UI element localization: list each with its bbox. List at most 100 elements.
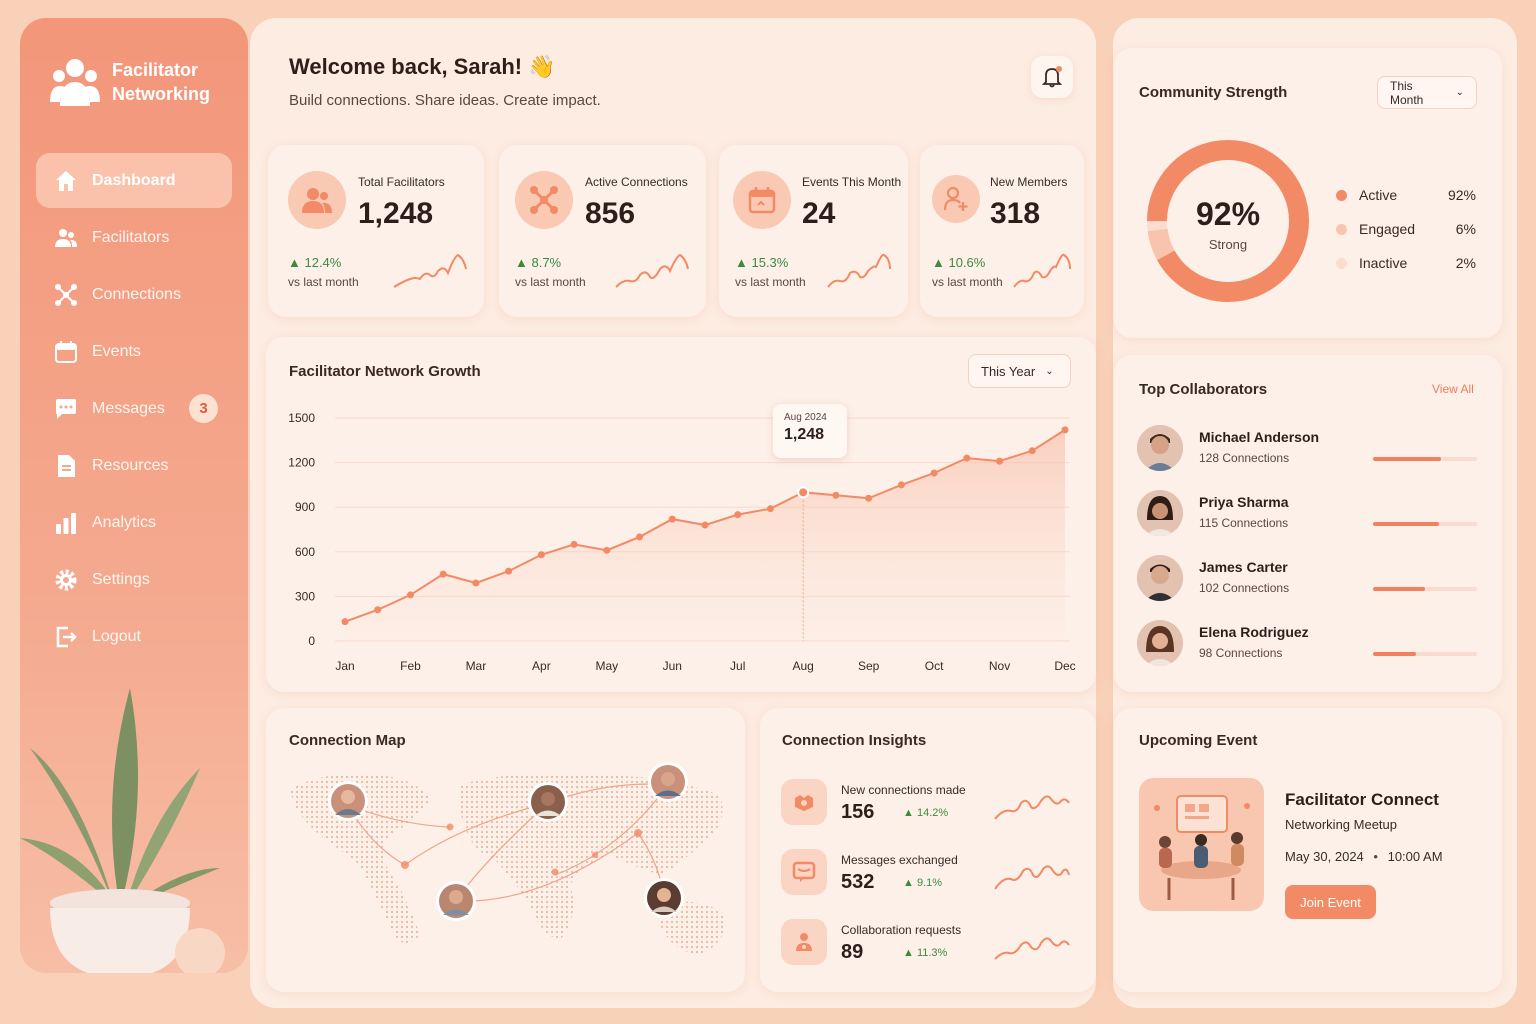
progress-fill <box>1373 522 1439 526</box>
stat-change-value: 10.6% <box>948 255 986 270</box>
legend-dot <box>1336 257 1347 269</box>
map-avatar[interactable] <box>644 878 684 918</box>
legend-item-active: Active 92% <box>1336 187 1476 203</box>
stat-card-active-connections[interactable]: Active Connections 856 ▲ 8.7% vs last mo… <box>499 145 706 317</box>
data-point[interactable] <box>766 505 774 513</box>
map-avatar[interactable] <box>436 881 476 921</box>
stat-change-value: 8.7% <box>531 255 562 270</box>
sidebar-item-label: Connections <box>92 285 181 303</box>
x-tick-label: Jun <box>663 659 682 673</box>
collaborator-progress-bar <box>1373 587 1477 591</box>
data-point[interactable] <box>930 469 938 477</box>
legend-item-inactive: Inactive 2% <box>1336 255 1476 271</box>
collaborator-progress-bar <box>1373 522 1477 526</box>
app-logo[interactable]: Facilitator Networking <box>50 56 232 108</box>
collaborator-progress-bar <box>1373 457 1477 461</box>
insight-change: ▲ 11.3% <box>903 947 948 959</box>
x-tick-label: Aug <box>793 659 814 673</box>
join-event-button[interactable]: Join Event <box>1285 885 1376 919</box>
data-point[interactable] <box>570 540 578 548</box>
map-avatar[interactable] <box>528 782 568 822</box>
insight-label: Collaboration requests <box>841 923 962 937</box>
community-period-dropdown[interactable]: This Month ⌄ <box>1377 76 1477 109</box>
highlighted-data-point[interactable] <box>797 486 810 499</box>
data-point[interactable] <box>1028 447 1036 455</box>
data-point[interactable] <box>341 618 349 626</box>
map-avatar[interactable] <box>328 781 368 821</box>
x-tick-label: Dec <box>1054 659 1075 673</box>
legend-dot <box>1336 189 1347 201</box>
sidebar-item-label: Facilitators <box>92 228 170 246</box>
data-point[interactable] <box>603 546 611 554</box>
stat-comparison: vs last month <box>932 275 1003 289</box>
view-all-link[interactable]: View All <box>1432 382 1474 396</box>
data-point[interactable] <box>897 481 905 489</box>
event-name: Facilitator Connect <box>1285 790 1439 809</box>
data-point[interactable] <box>406 591 414 599</box>
notifications-button[interactable] <box>1031 56 1073 98</box>
sparkline <box>994 795 1070 820</box>
data-point[interactable] <box>636 533 644 541</box>
insight-row[interactable]: New connections made 156 ▲ 14.2% <box>781 779 1081 829</box>
sidebar-item-facilitators[interactable]: Facilitators <box>36 210 232 265</box>
insight-label: New connections made <box>841 783 966 797</box>
data-point[interactable] <box>865 494 873 502</box>
growth-period-dropdown[interactable]: This Year ⌄ <box>968 354 1071 388</box>
stat-comparison: vs last month <box>288 275 359 289</box>
x-tick-label: Feb <box>400 659 421 673</box>
collaborator-connections: 115 Connections <box>1199 516 1289 530</box>
collaborator-row[interactable]: James Carter 102 Connections <box>1137 555 1479 605</box>
stat-change-value: 12.4% <box>304 255 342 270</box>
data-point[interactable] <box>996 457 1004 465</box>
data-point[interactable] <box>472 579 480 587</box>
data-point[interactable] <box>439 570 447 578</box>
insight-value: 532 <box>841 871 875 893</box>
dropdown-value: This Month <box>1390 78 1424 107</box>
data-point[interactable] <box>1061 426 1069 434</box>
collaborator-row[interactable]: Elena Rodriguez 98 Connections <box>1137 620 1479 670</box>
insight-row[interactable]: Messages exchanged 532 ▲ 9.1% <box>781 849 1081 899</box>
data-point[interactable] <box>832 491 840 499</box>
data-point[interactable] <box>374 606 382 614</box>
x-tick-label: Jan <box>335 659 354 673</box>
sidebar-item-resources[interactable]: Resources <box>36 438 232 493</box>
dropdown-value: This Year <box>981 363 1036 379</box>
insight-value: 89 <box>841 941 864 963</box>
logout-icon <box>54 625 78 649</box>
map-avatar[interactable] <box>648 762 688 802</box>
sidebar-item-logout[interactable]: Logout <box>36 609 232 664</box>
data-point[interactable] <box>537 551 545 559</box>
progress-fill <box>1373 587 1425 591</box>
x-tick-label: Nov <box>989 659 1010 673</box>
sidebar-item-analytics[interactable]: Analytics <box>36 495 232 550</box>
sidebar-item-settings[interactable]: Settings <box>36 552 232 607</box>
insight-change: ▲ 9.1% <box>903 877 943 889</box>
sidebar-item-messages[interactable]: Messages 3 <box>36 381 232 436</box>
data-point[interactable] <box>505 567 513 575</box>
legend-label: Engaged <box>1359 221 1416 237</box>
collaborator-row[interactable]: Priya Sharma 115 Connections <box>1137 490 1479 540</box>
collaborator-name: Priya Sharma <box>1199 494 1289 510</box>
sidebar-item-connections[interactable]: Connections <box>36 267 232 322</box>
y-tick-label: 0 <box>308 634 315 648</box>
data-point[interactable] <box>734 511 742 519</box>
stat-card-events-this-month[interactable]: Events This Month 24 ▲ 15.3% vs last mon… <box>719 145 908 317</box>
data-point[interactable] <box>963 454 971 462</box>
stat-card-new-members[interactable]: New Members 318 ▲ 10.6% vs last month <box>920 145 1084 317</box>
y-tick-label: 300 <box>295 589 315 603</box>
data-point[interactable] <box>701 521 709 529</box>
network-icon <box>515 171 573 229</box>
sparkline <box>994 865 1070 890</box>
users-icon <box>288 171 346 229</box>
stat-card-total-facilitators[interactable]: Total Facilitators 1,248 ▲ 12.4% vs last… <box>268 145 484 317</box>
users-icon <box>54 226 78 250</box>
collaborator-row[interactable]: Michael Anderson 128 Connections <box>1137 425 1479 475</box>
legend-dot <box>1336 223 1347 235</box>
insight-change-value: 14.2% <box>916 807 949 819</box>
collaborator-connections: 98 Connections <box>1199 646 1283 660</box>
sidebar-item-events[interactable]: Events <box>36 324 232 379</box>
insight-row[interactable]: Collaboration requests 89 ▲ 11.3% <box>781 919 1081 969</box>
sidebar-item-dashboard[interactable]: Dashboard <box>36 153 232 208</box>
sidebar: Facilitator Networking Dashboard Facilit… <box>20 18 248 973</box>
data-point[interactable] <box>668 515 676 523</box>
